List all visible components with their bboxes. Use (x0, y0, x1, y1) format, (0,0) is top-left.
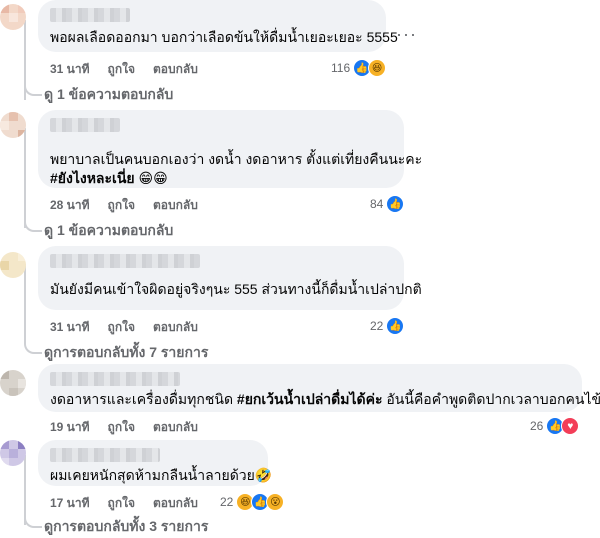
comment-time[interactable]: 28 นาที (50, 196, 90, 215)
avatar[interactable] (0, 440, 26, 466)
comment-text: พยาบาลเป็นคนบอกเองว่า งดน้ำ งดอาหาร ตั้ง… (50, 150, 392, 169)
comment-time[interactable]: 31 นาที (50, 318, 90, 337)
comment-bubble: พยาบาลเป็นคนบอกเองว่า งดน้ำ งดอาหาร ตั้ง… (38, 110, 404, 188)
like-icon: 👍 (386, 195, 404, 213)
reaction-count: 116 (331, 61, 350, 75)
avatar[interactable] (0, 252, 26, 278)
reaction-count: 22 (370, 319, 383, 333)
comment-actions: 31 นาที ถูกใจ ตอบกลับ (50, 318, 198, 337)
comment-time[interactable]: 19 นาที (50, 418, 90, 437)
reaction-summary[interactable]: 116 👍 😆 (331, 59, 386, 77)
haha-icon: 😆 (368, 59, 386, 77)
like-button[interactable]: ถูกใจ (108, 494, 135, 513)
comment-text: ผมเคยหนักสุดห้ามกลืนน้ำลายด้วย🤣 (50, 466, 256, 485)
reply-connector (24, 512, 42, 528)
reaction-summary[interactable]: 22 👍 (370, 317, 404, 335)
comment-bubble: งดอาหารและเครื่องดื่มทุกชนิด #ยกเว้นน้ำเ… (38, 364, 582, 412)
commenter-name[interactable] (50, 372, 180, 386)
reply-button[interactable]: ตอบกลับ (153, 494, 198, 513)
reply-connector (24, 80, 42, 96)
wow-icon: 😮 (266, 493, 284, 511)
comment-actions: 19 นาที ถูกใจ ตอบกลับ (50, 418, 198, 437)
view-replies-label: ดู 1 ข้อความตอบกลับ (44, 84, 173, 106)
reaction-count: 26 (530, 419, 543, 433)
more-options-icon[interactable]: ··· (396, 24, 417, 45)
commenter-name[interactable] (50, 118, 120, 132)
comment-bubble: มันยังมีคนเข้าใจผิดอยู่จริงๆนะ 555 ส่วนท… (38, 246, 404, 310)
avatar[interactable] (0, 4, 26, 30)
reply-button[interactable]: ตอบกลับ (153, 196, 198, 215)
like-button[interactable]: ถูกใจ (108, 318, 135, 337)
comment-text: งดอาหารและเครื่องดื่มทุกชนิด #ยกเว้นน้ำเ… (50, 390, 570, 409)
reaction-count: 22 (220, 495, 233, 509)
comment-text: พอผลเลือดออกมา บอกว่าเลือดข้นให้ดื่มน้ำเ… (50, 28, 374, 47)
hashtag[interactable]: #ยกเว้นน้ำเปล่าดื่มได้ค่ะ (237, 391, 383, 407)
comment-actions: 28 นาที ถูกใจ ตอบกลับ (50, 196, 198, 215)
reaction-summary[interactable]: 26 👍 ♥ (530, 417, 579, 435)
comment-text-part: ผมเคยหนักสุดห้ามกลืนน้ำลายด้วย (50, 467, 255, 483)
hashtag[interactable]: #ยังไงหละเนี่ย (50, 170, 135, 186)
comment-actions: 17 นาที ถูกใจ ตอบกลับ (50, 494, 198, 513)
reply-button[interactable]: ตอบกลับ (153, 318, 198, 337)
view-replies-label: ดู 1 ข้อความตอบกลับ (44, 220, 173, 242)
comment-bubble: พอผลเลือดออกมา บอกว่าเลือดข้นให้ดื่มน้ำเ… (38, 0, 386, 52)
view-replies-link[interactable]: ดูการตอบกลับทั้ง 7 รายการ (44, 342, 208, 364)
comment-bubble: ผมเคยหนักสุดห้ามกลืนน้ำลายด้วย🤣 (38, 440, 268, 486)
comment-text-part: งดอาหารและเครื่องดื่มทุกชนิด (50, 391, 237, 407)
reply-button[interactable]: ตอบกลับ (153, 418, 198, 437)
reply-connector (24, 338, 42, 354)
reaction-summary[interactable]: 22 😆 👍 😮 (220, 493, 284, 511)
love-icon: ♥ (561, 417, 579, 435)
comment-actions: 31 นาที ถูกใจ ตอบกลับ (50, 60, 198, 79)
comment-time[interactable]: 17 นาที (50, 494, 90, 513)
reply-connector (24, 216, 42, 232)
avatar[interactable] (0, 112, 26, 138)
thread-line (24, 128, 26, 228)
commenter-name[interactable] (50, 8, 130, 22)
like-button[interactable]: ถูกใจ (108, 60, 135, 79)
comment-text-part: อันนี้คือคำพูดติดปากเวลาบอกคนไข้ (383, 391, 600, 407)
view-replies-label: ดูการตอบกลับทั้ง 3 รายการ (44, 516, 208, 538)
like-icon: 👍 (386, 317, 404, 335)
avatar[interactable] (0, 370, 26, 396)
commenter-name[interactable] (50, 254, 200, 268)
emoji: 🤣 (255, 467, 272, 483)
view-replies-link[interactable]: ดู 1 ข้อความตอบกลับ (44, 84, 173, 106)
comment-text: มันยังมีคนเข้าใจผิดอยู่จริงๆนะ 555 ส่วนท… (50, 280, 392, 299)
like-button[interactable]: ถูกใจ (108, 418, 135, 437)
view-replies-link[interactable]: ดู 1 ข้อความตอบกลับ (44, 220, 173, 242)
comment-text-line2: #ยังไงหละเนี่ย 😁😁 (50, 169, 392, 188)
view-replies-label: ดูการตอบกลับทั้ง 7 รายการ (44, 342, 208, 364)
thread-line (24, 264, 26, 344)
comment-time[interactable]: 31 นาที (50, 60, 90, 79)
like-button[interactable]: ถูกใจ (108, 196, 135, 215)
commenter-name[interactable] (50, 448, 160, 462)
reaction-count: 84 (370, 197, 383, 211)
emoji: 😁😁 (138, 170, 167, 186)
view-replies-link[interactable]: ดูการตอบกลับทั้ง 3 รายการ (44, 516, 208, 538)
reply-button[interactable]: ตอบกลับ (153, 60, 198, 79)
reaction-summary[interactable]: 84 👍 (370, 195, 404, 213)
